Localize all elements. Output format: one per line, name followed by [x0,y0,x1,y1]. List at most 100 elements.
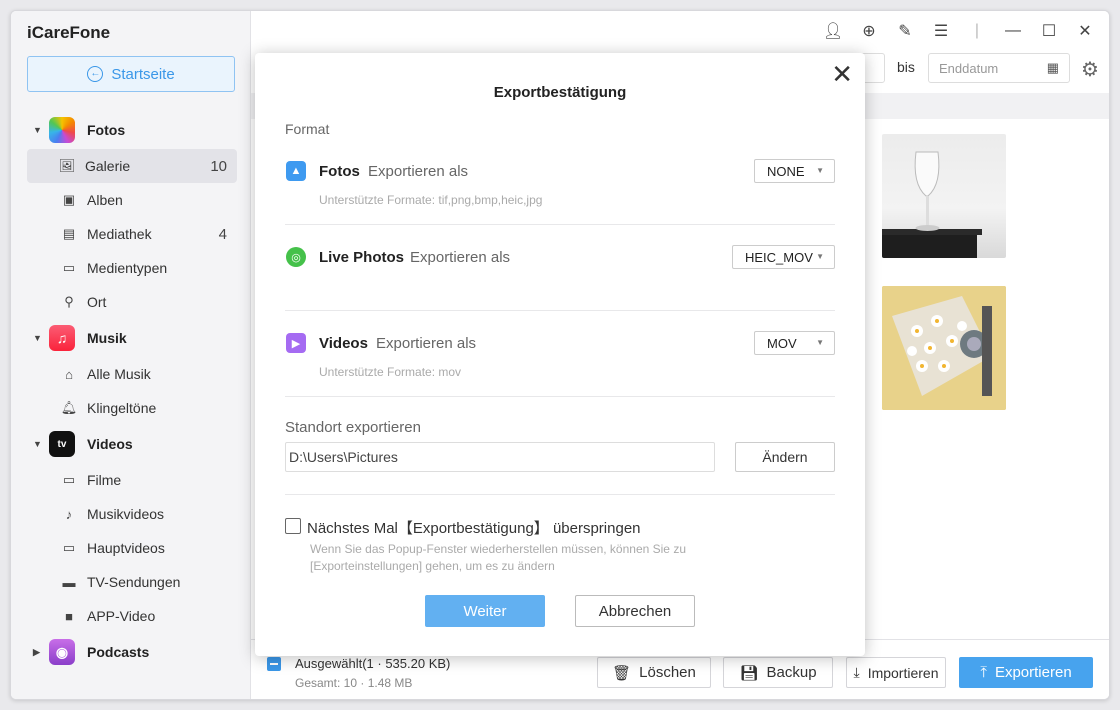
tv-app-icon: tv [49,431,75,457]
videos-format-sub: Exportieren als [376,335,477,352]
skip-confirmation-checkbox[interactable] [285,518,301,534]
album-icon: ▣ [62,192,76,207]
backup-button[interactable]: 💾︎ Backup [723,657,833,688]
total-summary: Gesamt: 10 · 1.48 MB [295,676,413,690]
sidebar-item-klingeltoene[interactable]: 🔔︎ Klingeltöne [11,391,251,425]
item-label: Alben [87,192,123,208]
videos-supported-formats: Unterstützte Formate: mov [319,365,462,379]
photo-thumbnail[interactable] [882,286,1006,410]
caret-down-icon: ▼ [33,125,42,135]
settings-gear-icon[interactable]: ⚙ [1081,57,1099,82]
divider [285,310,835,311]
dialog-title: Exportbestätigung [493,84,627,101]
sidebar-item-musikvideos[interactable]: ♪ Musikvideos [11,497,251,531]
export-icon: ⤒ [980,664,987,681]
sidebar-section-musik[interactable]: ▼ ♫ Musik [11,319,251,357]
caret-down-icon: ▼ [33,333,42,343]
import-button[interactable]: ⤓ Importieren [846,657,946,688]
sidebar-section-videos[interactable]: ▼ tv Videos [11,425,251,463]
export-confirmation-dialog: Exportbestätigung ✕ Format ▲ Fotos Expor… [255,53,865,656]
selected-value: MOV [767,335,797,351]
video-camera-icon: ▭ [62,472,76,487]
sidebar-section-fotos[interactable]: ▼ Fotos [11,111,251,149]
item-label: Medientypen [87,260,168,276]
export-button[interactable]: ⤒ Exportieren [959,657,1093,688]
sidebar-item-mediathek[interactable]: ▤ Mediathek 4 [11,217,251,251]
sidebar-item-galerie[interactable]: 🖼 Galerie 10 [27,149,237,183]
live-photos-format-select[interactable]: HEIC_MOV ▼ [732,245,835,269]
select-all-checkbox[interactable] [267,657,281,671]
section-label: Podcasts [87,644,150,660]
save-disk-icon: 💾︎ [739,664,759,682]
sidebar-section-podcasts[interactable]: ▶ ◉ Podcasts [11,633,251,671]
sidebar-item-filme[interactable]: ▭ Filme [11,463,251,497]
video-play-icon: ▶ [286,333,306,353]
section-label: Musik [87,330,127,346]
date-range-separator: bis [897,59,915,75]
item-label: Musikvideos [87,506,165,522]
sidebar-item-medientypen[interactable]: ▭ Medientypen [11,251,251,285]
import-icon: ⤓ [853,664,860,680]
music-home-icon: ⌂ [65,366,73,382]
sidebar-item-hauptvideos[interactable]: ▭ Hauptvideos [11,531,251,565]
close-icon[interactable]: ✕ [1075,21,1095,41]
sidebar-item-tv-sendungen[interactable]: ▬ TV-Sendungen [11,565,251,599]
item-label: Hauptvideos [87,540,165,556]
item-label: Klingeltöne [87,400,157,416]
library-icon: ▤ [62,226,76,241]
live-photos-icon: ◎ [286,247,306,267]
photos-app-icon [49,117,75,143]
caret-down-icon: ▼ [33,439,42,449]
continue-button[interactable]: Weiter [425,595,545,627]
selected-value: NONE [767,163,805,179]
end-date-placeholder: Enddatum [939,60,999,76]
cancel-button[interactable]: Abbrechen [575,595,695,627]
export-label: Exportieren [994,664,1072,681]
download-icon[interactable]: ⊕ [859,21,879,41]
skip-confirmation-label[interactable]: Nächstes Mal【Exportbestätigung】 überspri… [307,517,641,538]
caret-right-icon: ▶ [33,646,40,657]
photos-supported-formats: Unterstützte Formate: tif,png,bmp,heic,j… [319,193,543,207]
item-count: 10 [210,157,227,175]
user-icon[interactable]: 👤︎ [823,21,843,41]
close-icon[interactable]: ✕ [831,59,853,90]
minimize-icon[interactable]: — [1003,22,1023,40]
video-icon: ■ [65,608,73,624]
photos-format-title: Fotos [319,163,360,180]
item-label: Ort [87,294,107,310]
monitor-icon: ▭ [62,540,76,555]
music-app-icon: ♫ [49,325,75,351]
delete-button[interactable]: 🗑︎ Löschen [597,657,711,688]
export-path-input[interactable]: D:\Users\Pictures [285,442,715,472]
item-label: TV-Sendungen [87,574,181,590]
sidebar-item-alle-musik[interactable]: ⌂ Alle Musik [11,357,251,391]
selected-value: HEIC_MOV [745,249,813,265]
feedback-icon[interactable]: ✎ [895,21,915,41]
sidebar: iCareFone ← Startseite ▼ Fotos 🖼 Galerie… [11,11,251,699]
home-button[interactable]: ← Startseite [27,56,235,92]
calendar-icon: ▦ [1046,60,1059,75]
photos-format-select[interactable]: NONE ▼ [754,159,835,183]
divider [285,396,835,397]
live-photos-format-sub: Exportieren als [410,249,511,266]
sidebar-item-ort[interactable]: ⚲ Ort [11,285,251,319]
item-label: Alle Musik [87,366,151,382]
restore-popup-note: Wenn Sie das Popup-Fenster wiederherstel… [310,542,686,573]
trash-icon: 🗑︎ [612,664,632,682]
sidebar-item-app-video[interactable]: ■ APP-Video [11,599,251,633]
maximize-icon[interactable]: ☐ [1039,21,1059,41]
photo-thumbnail[interactable] [882,134,1006,258]
end-date-input[interactable]: Enddatum ▦ [928,53,1070,83]
videos-format-select[interactable]: MOV ▼ [754,331,835,355]
menu-icon[interactable]: ☰ [931,21,951,41]
change-path-button[interactable]: Ändern [735,442,835,472]
export-location-label: Standort exportieren [285,419,421,436]
tv-icon: ▬ [62,574,76,590]
item-label: Filme [87,472,122,488]
image-icon: 🖼 [58,158,76,173]
sidebar-item-alben[interactable]: ▣ Alben [11,183,251,217]
item-label: APP-Video [87,608,156,624]
video-camera-icon: ▭ [62,260,76,275]
divider [285,494,835,495]
chevron-down-icon: ▼ [816,166,824,175]
